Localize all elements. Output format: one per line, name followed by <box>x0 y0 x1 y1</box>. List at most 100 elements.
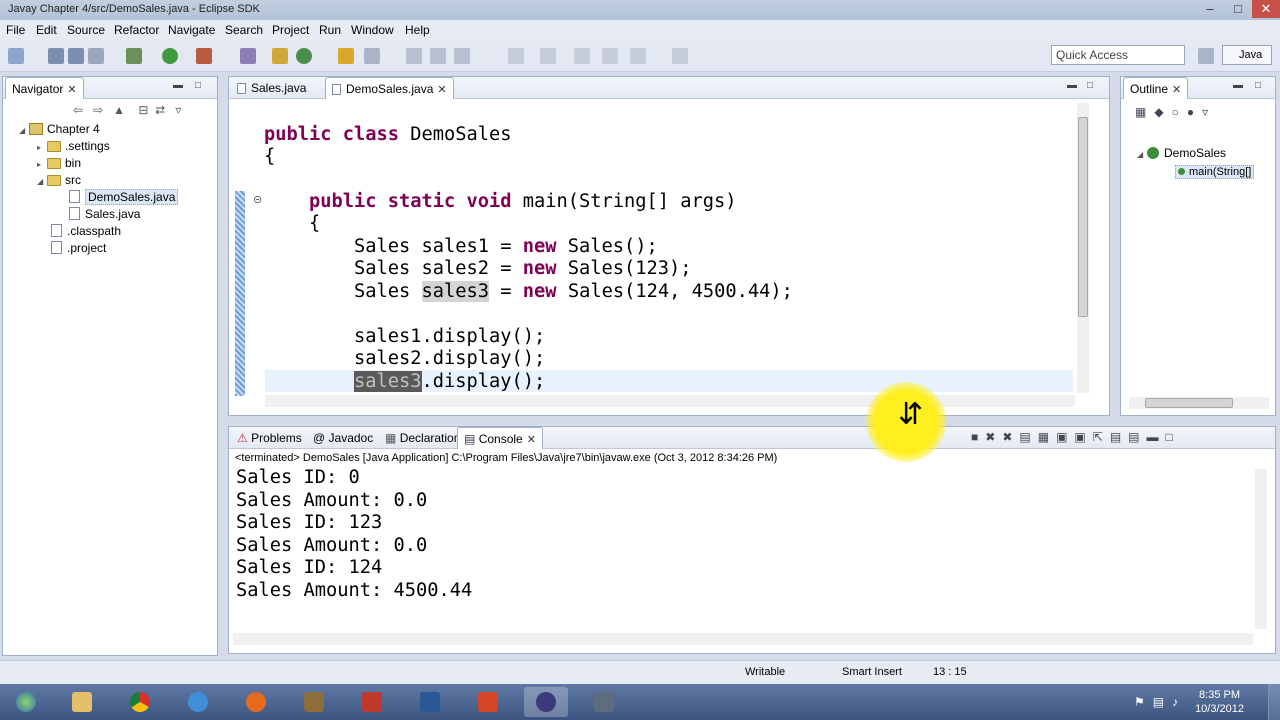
clear-console-icon[interactable]: ▤ <box>1019 430 1037 444</box>
quick-access-input[interactable]: Quick Access <box>1051 45 1185 65</box>
hide-static-icon[interactable]: ○ <box>1172 105 1187 119</box>
prev-annotation-icon[interactable] <box>540 48 556 64</box>
tab-problems[interactable]: ⚠ Problems <box>231 427 308 449</box>
hide-nonpublic-icon[interactable]: ● <box>1187 105 1202 119</box>
save-icon[interactable] <box>48 48 64 64</box>
minimize-view-icon[interactable]: ▬ <box>1067 80 1077 91</box>
remove-launch-icon[interactable]: ✖ <box>985 430 1002 444</box>
start-button[interactable] <box>4 687 48 717</box>
open-console-icon[interactable]: ▤ <box>1128 430 1146 444</box>
code-line-1[interactable]: public class DemoSales <box>264 124 512 146</box>
forward-icon[interactable] <box>630 48 646 64</box>
debug-icon[interactable] <box>126 48 142 64</box>
taskbar-eclipse[interactable] <box>524 687 568 717</box>
taskbar-app-2[interactable] <box>582 687 626 717</box>
tab-declaration[interactable]: ▦ Declaration <box>379 427 466 449</box>
close-icon[interactable]: ✕ <box>1172 83 1181 96</box>
close-window-icon[interactable]: ✕ <box>1252 0 1280 18</box>
code-line-3[interactable]: public static void main(String[] args) <box>309 191 737 213</box>
search-icon[interactable] <box>364 48 380 64</box>
new-package-icon[interactable] <box>272 48 288 64</box>
expand-icon[interactable]: ◢ <box>37 174 47 190</box>
minimize-view-icon[interactable]: ▬ <box>1233 80 1243 91</box>
menu-run[interactable]: Run <box>319 23 341 37</box>
last-edit-icon[interactable] <box>574 48 590 64</box>
tree-item-sales[interactable]: Sales.java <box>69 206 140 223</box>
close-icon[interactable]: ✕ <box>67 83 76 96</box>
tab-sales-java[interactable]: Sales.java <box>231 77 312 99</box>
code-line-10[interactable]: sales3.display(); <box>354 371 545 393</box>
show-whitespace-icon[interactable] <box>454 48 470 64</box>
minimize-view-icon[interactable]: ▬ <box>173 80 183 91</box>
minimize-view-icon[interactable]: ▬ <box>1147 430 1166 444</box>
collapsed-icon[interactable]: ▸ <box>37 157 47 173</box>
tab-javadoc[interactable]: @ Javadoc <box>307 427 379 449</box>
show-stderr-icon[interactable]: ▣ <box>1074 430 1092 444</box>
code-line-7[interactable]: Sales sales3 = new Sales(124, 4500.44); <box>354 281 793 303</box>
expand-icon[interactable]: ◢ <box>19 123 29 139</box>
minimize-icon[interactable]: – <box>1196 0 1224 18</box>
tab-outline[interactable]: Outline ✕ <box>1123 77 1189 99</box>
up-folder-icon[interactable]: ▲ <box>113 103 125 117</box>
close-icon[interactable]: ✕ <box>437 83 446 96</box>
outline-class-item[interactable]: ◢ DemoSales <box>1137 145 1226 162</box>
terminate-icon[interactable]: ■ <box>971 430 985 444</box>
open-type-icon[interactable] <box>338 48 354 64</box>
code-line-4[interactable]: { <box>309 213 320 235</box>
show-stdout-icon[interactable]: ▣ <box>1056 430 1074 444</box>
tab-console[interactable]: ▤ Console ✕ <box>457 427 543 449</box>
scrollbar-thumb[interactable] <box>1145 398 1233 408</box>
tree-item-settings[interactable]: ▸ .settings <box>37 138 110 155</box>
scrollbar-thumb[interactable] <box>1078 117 1088 317</box>
view-menu-icon[interactable]: ▿ <box>1202 105 1216 119</box>
maximize-view-icon[interactable]: □ <box>1166 430 1180 444</box>
new-icon[interactable] <box>8 48 24 64</box>
remove-all-icon[interactable]: ✖ <box>1002 430 1019 444</box>
taskbar-powerpoint[interactable] <box>350 687 394 717</box>
menu-source[interactable]: Source <box>67 23 105 37</box>
back-icon[interactable] <box>602 48 618 64</box>
close-icon[interactable]: ✕ <box>527 433 536 446</box>
code-line-8[interactable]: sales1.display(); <box>354 326 545 348</box>
new-java-project-icon[interactable] <box>240 48 256 64</box>
console-horizontal-scrollbar[interactable] <box>233 633 1253 645</box>
clock[interactable]: 8:35 PM 10/3/2012 <box>1195 688 1244 716</box>
block-selection-icon[interactable] <box>430 48 446 64</box>
maximize-view-icon[interactable]: □ <box>1087 80 1093 91</box>
menu-project[interactable]: Project <box>272 23 309 37</box>
tree-item-classpath[interactable]: .classpath <box>51 223 121 240</box>
fold-icon[interactable]: ⊝ <box>253 193 262 206</box>
taskbar-powerpoint-2[interactable] <box>466 687 510 717</box>
editor-vertical-scrollbar[interactable] <box>1077 103 1089 393</box>
back-arrow-icon[interactable]: ⇦ <box>73 103 83 117</box>
perspective-java-button[interactable]: Java <box>1222 45 1272 65</box>
code-line-6[interactable]: Sales sales2 = new Sales(123); <box>354 258 692 280</box>
menu-file[interactable]: File <box>6 23 25 37</box>
menu-navigate[interactable]: Navigate <box>168 23 215 37</box>
pin-editor-icon[interactable] <box>672 48 688 64</box>
maximize-view-icon[interactable]: □ <box>195 80 201 91</box>
tree-item-dotproject[interactable]: .project <box>51 240 106 257</box>
taskbar-firefox[interactable] <box>234 687 278 717</box>
expand-icon[interactable]: ◢ <box>1137 147 1147 163</box>
menu-window[interactable]: Window <box>351 23 394 37</box>
save-all-icon[interactable] <box>68 48 84 64</box>
hide-fields-icon[interactable]: ◆ <box>1154 105 1171 119</box>
scroll-lock-icon[interactable]: ▦ <box>1038 430 1056 444</box>
open-perspective-icon[interactable] <box>1198 48 1214 64</box>
new-class-icon[interactable] <box>296 48 312 64</box>
console-vertical-scrollbar[interactable] <box>1255 469 1267 629</box>
view-menu-icon[interactable]: ▿ <box>175 103 181 117</box>
menu-search[interactable]: Search <box>225 23 263 37</box>
display-console-icon[interactable]: ▤ <box>1110 430 1128 444</box>
collapse-all-icon[interactable]: ⊟ <box>138 103 148 117</box>
sort-icon[interactable]: ▦ <box>1135 105 1154 119</box>
tree-item-bin[interactable]: ▸ bin <box>37 155 81 172</box>
taskbar-word[interactable] <box>408 687 452 717</box>
outline-method-item[interactable]: main(String[] <box>1175 163 1255 180</box>
maximize-view-icon[interactable]: □ <box>1255 80 1261 91</box>
maximize-icon[interactable]: □ <box>1224 0 1252 18</box>
forward-arrow-icon[interactable]: ⇨ <box>93 103 103 117</box>
tree-item-project[interactable]: ◢ Chapter 4 <box>19 121 100 138</box>
code-line-9[interactable]: sales2.display(); <box>354 348 545 370</box>
